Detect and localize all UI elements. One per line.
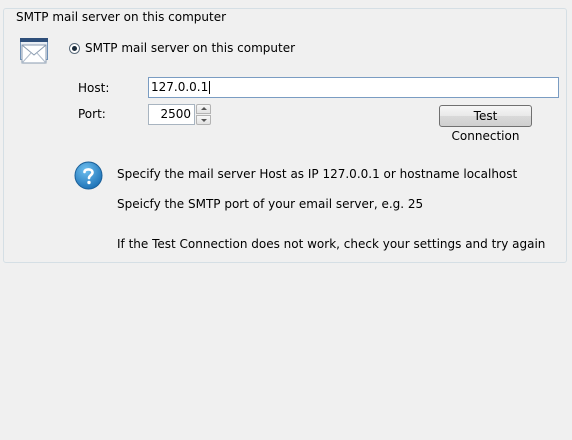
host-input[interactable]: 127.0.0.1	[148, 77, 559, 98]
smtp-radio-label[interactable]: SMTP mail server on this computer	[85, 41, 295, 55]
info-line-host: Specify the mail server Host as IP 127.0…	[117, 167, 518, 181]
group-title: SMTP mail server on this computer	[13, 10, 230, 24]
info-line-test: If the Test Connection does not work, ch…	[117, 237, 546, 251]
spin-up-icon[interactable]	[196, 104, 211, 114]
host-label: Host:	[78, 81, 110, 95]
host-value: 127.0.0.1	[151, 80, 209, 94]
port-input[interactable]: 2500	[148, 104, 195, 125]
info-line-port: Speicfy the SMTP port of your email serv…	[117, 197, 424, 211]
port-label: Port:	[78, 107, 106, 121]
spin-down-icon[interactable]	[196, 115, 211, 125]
mail-icon	[20, 38, 48, 64]
test-connection-button[interactable]: Test Connection	[439, 105, 532, 143]
smtp-radio-button[interactable]	[69, 43, 80, 54]
question-icon	[74, 161, 103, 190]
radio-dot	[72, 46, 77, 51]
